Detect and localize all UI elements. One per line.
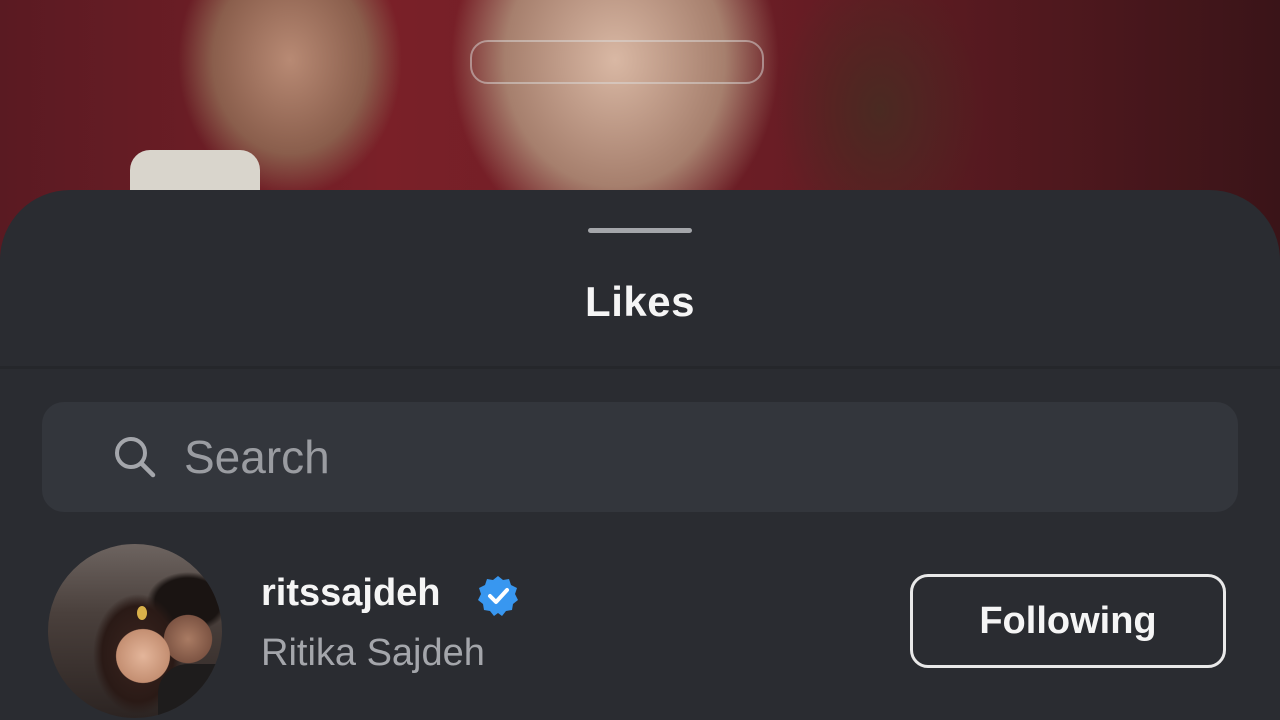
- photo-detail: [470, 40, 764, 84]
- avatar-detail: [158, 664, 222, 718]
- avatar[interactable]: [48, 544, 222, 718]
- full-name: Ritika Sajdeh: [261, 632, 485, 674]
- search-input[interactable]: [184, 424, 1184, 490]
- sheet-title: Likes: [585, 278, 695, 325]
- following-button[interactable]: Following: [910, 574, 1226, 668]
- screen: Likes ritssajdeh Ritika Sajdeh Following: [0, 0, 1280, 720]
- list-item[interactable]: ritssajdeh Ritika Sajdeh Following: [0, 544, 1280, 720]
- verified-badge-icon: [478, 576, 518, 616]
- avatar-detail: [137, 606, 147, 620]
- likes-bottom-sheet: Likes ritssajdeh Ritika Sajdeh Following: [0, 190, 1280, 720]
- username[interactable]: ritssajdeh: [261, 572, 441, 615]
- header-divider: [0, 366, 1280, 369]
- search-bar[interactable]: [42, 402, 1238, 512]
- drag-handle[interactable]: [588, 228, 692, 233]
- search-icon: [115, 437, 156, 478]
